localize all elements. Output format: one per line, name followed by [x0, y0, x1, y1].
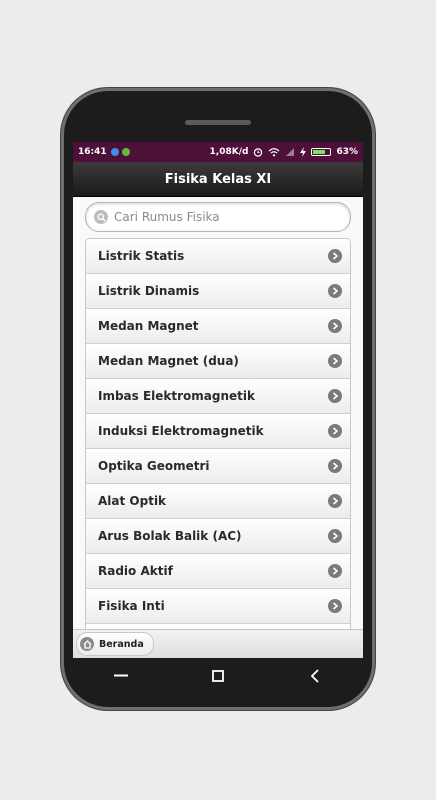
chevron-right-icon — [328, 249, 342, 263]
recent-apps-button[interactable] — [101, 661, 141, 691]
home-button-label: Beranda — [99, 638, 144, 650]
system-nav-bar — [73, 658, 363, 694]
app-screen: 16:41 1,08K/d 63% Fisika Kelas XI Cari R… — [73, 142, 363, 658]
chevron-right-icon — [328, 459, 342, 473]
list-item[interactable]: Medan Magnet — [86, 309, 350, 344]
list-item[interactable]: Optika Geometri — [86, 449, 350, 484]
signal-icon — [286, 148, 295, 156]
home-nav-button[interactable] — [198, 661, 238, 691]
alarm-icon — [254, 148, 263, 157]
list-item-label: Arus Bolak Balik (AC) — [98, 529, 242, 543]
chevron-right-icon — [328, 284, 342, 298]
list-item[interactable]: Arus Bolak Balik (AC) — [86, 519, 350, 554]
home-icon — [80, 637, 94, 651]
page-title: Fisika Kelas XI — [164, 171, 272, 187]
list-item[interactable]: Fisika Inti — [86, 589, 350, 624]
list-item-label: Medan Magnet (dua) — [98, 354, 239, 368]
list-item[interactable]: Alat Optik — [86, 484, 350, 519]
back-icon — [310, 669, 319, 683]
list-item-label: Optika Geometri — [98, 459, 210, 473]
battery-percent: 63% — [336, 147, 358, 157]
list-item-label: Imbas Elektromagnetik — [98, 389, 256, 403]
chevron-right-icon — [328, 354, 342, 368]
status-time: 16:41 — [78, 147, 107, 157]
chevron-right-icon — [328, 494, 342, 508]
search-container — [73, 197, 363, 238]
notification-icon — [110, 148, 119, 156]
list-item-label: Induksi Elektromagnetik — [98, 424, 264, 438]
notification-icon — [121, 148, 130, 156]
phone-frame: 16:41 1,08K/d 63% Fisika Kelas XI Cari R… — [64, 91, 372, 707]
list-item-label: Listrik Dinamis — [98, 284, 200, 298]
search-input[interactable] — [112, 209, 326, 225]
chevron-right-icon — [328, 564, 342, 578]
recent-apps-icon — [114, 674, 129, 677]
list-item[interactable]: Medan Magnet (dua) — [86, 344, 350, 379]
chevron-right-icon — [328, 319, 342, 333]
battery-icon — [311, 148, 332, 156]
list-item[interactable]: Imbas Elektromagnetik — [86, 379, 350, 414]
list-item-label: Medan Magnet — [98, 319, 199, 333]
status-bar: 16:41 1,08K/d 63% — [73, 142, 363, 162]
chevron-right-icon — [328, 389, 342, 403]
search-box[interactable] — [85, 202, 351, 232]
list-item-label: Alat Optik — [98, 494, 167, 508]
list-item[interactable]: Listrik Statis — [86, 239, 350, 274]
list-item[interactable]: Listrik Dinamis — [86, 274, 350, 309]
list-item-label: Fisika Inti — [98, 599, 165, 613]
app-bar: Fisika Kelas XI — [73, 162, 363, 197]
home-button[interactable]: Beranda — [76, 632, 154, 656]
home-square-icon — [212, 670, 224, 682]
topic-list: Listrik Statis Listrik Dinamis Medan Mag… — [85, 238, 351, 640]
footer-bar: Beranda — [73, 629, 363, 658]
phone-speaker — [185, 120, 251, 125]
chevron-right-icon — [328, 599, 342, 613]
back-button[interactable] — [295, 661, 335, 691]
wifi-icon — [269, 148, 280, 157]
list-item[interactable]: Induksi Elektromagnetik — [86, 414, 350, 449]
list-item[interactable]: Radio Aktif — [86, 554, 350, 589]
search-icon — [94, 210, 108, 224]
list-item-label: Listrik Statis — [98, 249, 185, 263]
charging-icon — [300, 147, 307, 157]
chevron-right-icon — [328, 424, 342, 438]
net-speed: 1,08K/d — [209, 147, 249, 157]
list-item-label: Radio Aktif — [98, 564, 173, 578]
chevron-right-icon — [328, 529, 342, 543]
